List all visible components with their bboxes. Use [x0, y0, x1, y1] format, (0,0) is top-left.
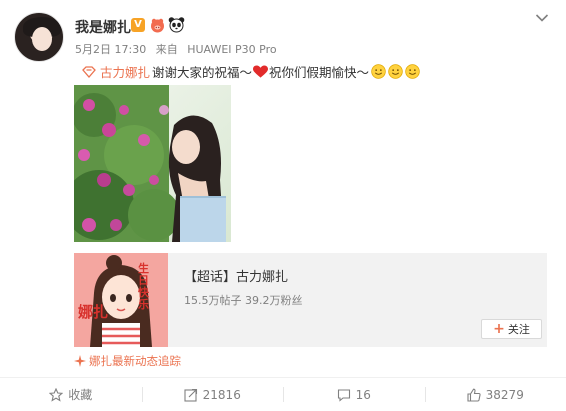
supertopic-stats: 15.5万帖子 39.2万粉丝 — [184, 294, 303, 307]
plus-icon: + — [493, 321, 505, 337]
repost-button[interactable]: 21816 — [141, 378, 284, 411]
supertopic-card[interactable]: 生日快乐 娜扎 【超话】古力娜扎 15.5万帖子 39.2万粉丝 + 关注 — [74, 253, 547, 347]
repost-count: 21816 — [202, 387, 241, 402]
post-text-part2: 祝你们假期愉快～ — [269, 65, 370, 80]
mention-link[interactable]: 古力娜扎 — [100, 62, 150, 81]
comment-icon — [337, 388, 350, 402]
avatar[interactable] — [14, 12, 64, 62]
follow-label: 关注 — [507, 323, 530, 336]
comment-count: 16 — [355, 387, 371, 402]
supertopic-icon — [82, 65, 96, 78]
action-bar: 收藏 21816 16 38279 — [0, 378, 566, 411]
user-name[interactable]: 我是娜扎 — [75, 17, 131, 37]
supertopic-thumbnail-art — [74, 253, 168, 347]
heart-icon — [253, 64, 269, 78]
collect-label: 收藏 — [68, 388, 93, 402]
like-count: 38279 — [485, 387, 524, 402]
post-date[interactable]: 5月2日 17:30 — [75, 43, 146, 56]
collect-button[interactable]: 收藏 — [0, 378, 142, 411]
source-link-label: 娜扎最新动态追踪 — [89, 354, 181, 368]
post-source-prefix: 来自 — [155, 43, 178, 56]
repost-icon — [184, 388, 197, 402]
source-link[interactable]: 娜扎最新动态追踪 — [74, 353, 181, 369]
smile-emoji — [405, 64, 420, 79]
comment-button[interactable]: 16 — [283, 378, 425, 411]
follow-button[interactable]: + 关注 — [481, 319, 542, 339]
pig-emoji-icon — [151, 18, 164, 33]
post-photo[interactable] — [74, 85, 231, 242]
post-meta: 5月2日 17:30 来自 HUAWEI P30 Pro — [75, 41, 283, 57]
thumbnail-text-bottom: 娜扎 — [78, 303, 109, 321]
sparkle-icon — [74, 355, 86, 367]
like-button[interactable]: 38279 — [424, 378, 566, 411]
post-text: 古力娜扎 谢谢大家的祝福～ 祝你们假期愉快～ — [82, 62, 420, 81]
chevron-down-icon[interactable] — [535, 13, 549, 23]
photo-image — [74, 85, 231, 242]
smile-emoji — [388, 64, 403, 79]
post-text-part1: 谢谢大家的祝福～ — [152, 65, 253, 80]
thumbnail-text-top: 生日快乐 — [138, 262, 149, 311]
star-icon — [49, 387, 64, 402]
panda-icon — [168, 17, 185, 33]
post-device: HUAWEI P30 Pro — [187, 43, 277, 56]
smile-emoji — [371, 64, 386, 79]
supertopic-thumbnail[interactable]: 生日快乐 娜扎 — [74, 253, 168, 347]
thumbs-up-icon — [467, 388, 481, 402]
verified-badge-icon: V — [131, 18, 145, 32]
supertopic-title[interactable]: 【超话】古力娜扎 — [184, 266, 288, 285]
